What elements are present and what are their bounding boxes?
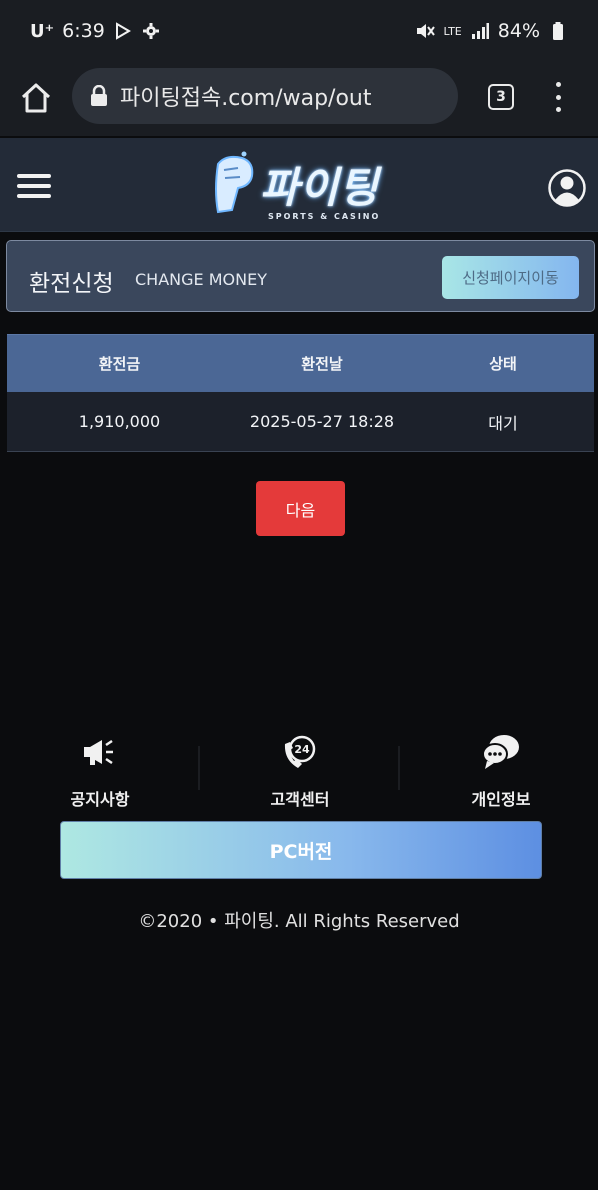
battery-percent: 84% <box>497 20 540 42</box>
status-left: U⁺ 6:39 <box>30 20 161 42</box>
cell-amount: 1,910,000 <box>78 412 161 431</box>
menu-dot-icon <box>555 82 561 87</box>
browser-toolbar: 파이팅접속.com/wap/out 3 <box>0 62 598 136</box>
panel-title: 환전신청 <box>29 271 114 297</box>
footer-item-label: 개인정보 <box>471 790 531 809</box>
battery-icon <box>548 21 568 41</box>
footer-divider <box>398 746 400 790</box>
site-logo[interactable]: 파이팅 SPORTS & CASINO <box>208 150 398 222</box>
footer-divider <box>198 746 200 790</box>
address-bar[interactable]: 파이팅접속.com/wap/out <box>72 68 458 124</box>
play-store-icon <box>113 21 133 41</box>
footer-item-label: 공지사항 <box>70 790 130 809</box>
exchange-history-table: 환전금 환전날 상태 1,910,000 2025-05-27 18:28 대기 <box>7 334 594 452</box>
footer-item-notice[interactable]: 공지사항 <box>40 730 160 812</box>
clock: 6:39 <box>62 20 105 42</box>
hamburger-menu-button[interactable] <box>17 174 51 198</box>
url-text: 파이팅접속.com/wap/out <box>120 86 372 111</box>
column-header-status: 상태 <box>489 355 517 373</box>
cell-status: 대기 <box>488 413 518 433</box>
settings-gear-icon <box>141 21 161 41</box>
site-header: 파이팅 SPORTS & CASINO <box>0 138 598 232</box>
status-bar: U⁺ 6:39 LTE 84% <box>0 0 598 62</box>
panel-subtitle: CHANGE MONEY <box>135 270 267 289</box>
footer-item-privacy[interactable]: 개인정보 <box>441 730 561 812</box>
logo-subtitle: SPORTS & CASINO <box>268 212 381 221</box>
megaphone-icon <box>84 739 113 765</box>
go-to-request-page-button[interactable]: 신청페이지이동 <box>442 256 579 299</box>
next-page-button[interactable]: 다음 <box>256 481 345 536</box>
table-row: 1,910,000 2025-05-27 18:28 대기 <box>7 392 594 452</box>
footer-item-label: 고객센터 <box>270 790 330 809</box>
tab-switcher-button[interactable]: 3 <box>488 84 514 110</box>
hamburger-line-icon <box>17 174 51 178</box>
footer-nav: 공지사항 24 고객센터 개인정보 <box>0 730 598 812</box>
lock-icon <box>91 85 107 106</box>
user-avatar-icon <box>548 169 586 207</box>
boxing-glove-icon <box>215 151 254 214</box>
cell-date: 2025-05-27 18:28 <box>249 412 395 431</box>
table-header-row: 환전금 환전날 상태 <box>7 334 594 392</box>
svg-text:24: 24 <box>294 743 310 756</box>
signal-icon <box>470 21 490 41</box>
carrier-label: U⁺ <box>30 20 55 42</box>
exchange-request-panel: 환전신청 CHANGE MONEY 신청페이지이동 <box>6 240 595 312</box>
home-icon <box>21 83 51 113</box>
copyright-text: ©2020 • 파이팅. All Rights Reserved <box>138 911 460 932</box>
hamburger-line-icon <box>17 184 51 188</box>
logo-text: 파이팅 <box>260 163 379 212</box>
footer-item-support[interactable]: 24 고객센터 <box>240 730 360 812</box>
hamburger-line-icon <box>17 194 51 198</box>
network-type: LTE <box>443 24 462 38</box>
home-button[interactable] <box>18 80 54 116</box>
menu-dot-icon <box>555 107 561 112</box>
mute-icon <box>415 21 436 41</box>
column-header-date: 환전날 <box>301 355 343 373</box>
column-header-amount: 환전금 <box>98 355 141 373</box>
browser-menu-button[interactable] <box>552 82 564 112</box>
menu-dot-icon <box>555 94 561 100</box>
user-profile-button[interactable] <box>548 169 586 207</box>
pc-version-button[interactable]: PC버전 <box>60 821 542 879</box>
chat-bubbles-icon <box>482 735 519 769</box>
status-right: LTE 84% <box>415 20 568 42</box>
phone-24-icon: 24 <box>284 735 316 768</box>
